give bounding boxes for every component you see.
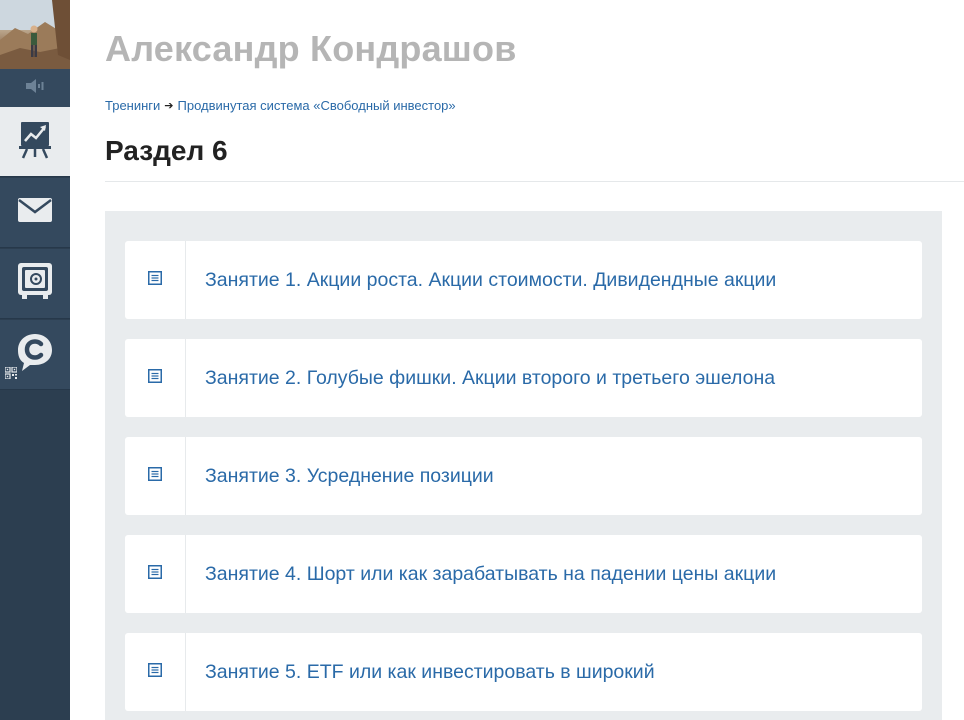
lesson-title[interactable]: Занятие 5. ETF или как инвестировать в ш… bbox=[186, 633, 655, 711]
lesson-icon-cell bbox=[125, 633, 186, 711]
avatar[interactable] bbox=[0, 0, 70, 69]
sidebar-item-training[interactable] bbox=[0, 107, 70, 177]
divider bbox=[105, 181, 964, 182]
lesson-item[interactable]: Занятие 4. Шорт или как зарабатывать на … bbox=[125, 535, 922, 613]
qr-code-icon[interactable] bbox=[4, 366, 18, 384]
document-icon bbox=[148, 663, 162, 711]
document-icon bbox=[148, 271, 162, 319]
lesson-title[interactable]: Занятие 2. Голубые фишки. Акции второго … bbox=[186, 339, 775, 417]
lesson-icon-cell bbox=[125, 339, 186, 417]
owner-name: Александр Кондрашов bbox=[105, 28, 517, 69]
lesson-item[interactable]: Занятие 2. Голубые фишки. Акции второго … bbox=[125, 339, 922, 417]
lesson-icon-cell bbox=[125, 535, 186, 613]
safe-icon bbox=[17, 262, 53, 305]
document-icon bbox=[148, 467, 162, 515]
lesson-icon-cell bbox=[125, 241, 186, 319]
app-root: Александр Кондрашов Тренинги ➔ Продвинут… bbox=[0, 0, 964, 720]
arrow-right-icon: ➔ bbox=[164, 100, 174, 112]
speaker-icon bbox=[24, 78, 46, 99]
envelope-icon bbox=[18, 198, 52, 227]
lesson-item[interactable]: Занятие 3. Усреднение позиции bbox=[125, 437, 922, 515]
lesson-item[interactable]: Занятие 1. Акции роста. Акции стоимости.… bbox=[125, 241, 922, 319]
sound-toggle[interactable] bbox=[0, 69, 70, 107]
lessons-list: Занятие 1. Акции роста. Акции стоимости.… bbox=[105, 211, 942, 720]
sidebar-item-safe[interactable] bbox=[0, 249, 70, 319]
sidebar-item-mail[interactable] bbox=[0, 178, 70, 248]
document-icon bbox=[148, 369, 162, 417]
chart-easel-icon bbox=[18, 119, 52, 164]
lesson-title[interactable]: Занятие 3. Усреднение позиции bbox=[186, 437, 494, 515]
page-title: Раздел 6 bbox=[105, 135, 228, 166]
breadcrumb: Тренинги ➔ Продвинутая система «Свободны… bbox=[105, 98, 456, 113]
breadcrumb-link-course[interactable]: Продвинутая система «Свободный инвестор» bbox=[178, 98, 456, 113]
lesson-icon-cell bbox=[125, 437, 186, 515]
breadcrumb-link-trainings[interactable]: Тренинги bbox=[105, 98, 160, 113]
lesson-item[interactable]: Занятие 5. ETF или как инвестировать в ш… bbox=[125, 633, 922, 711]
chat-c-icon bbox=[16, 332, 54, 377]
sidebar bbox=[0, 0, 70, 720]
lesson-title[interactable]: Занятие 4. Шорт или как зарабатывать на … bbox=[186, 535, 776, 613]
document-icon bbox=[148, 565, 162, 613]
main-content: Александр Кондрашов Тренинги ➔ Продвинут… bbox=[105, 0, 964, 720]
lesson-title[interactable]: Занятие 1. Акции роста. Акции стоимости.… bbox=[186, 241, 776, 319]
